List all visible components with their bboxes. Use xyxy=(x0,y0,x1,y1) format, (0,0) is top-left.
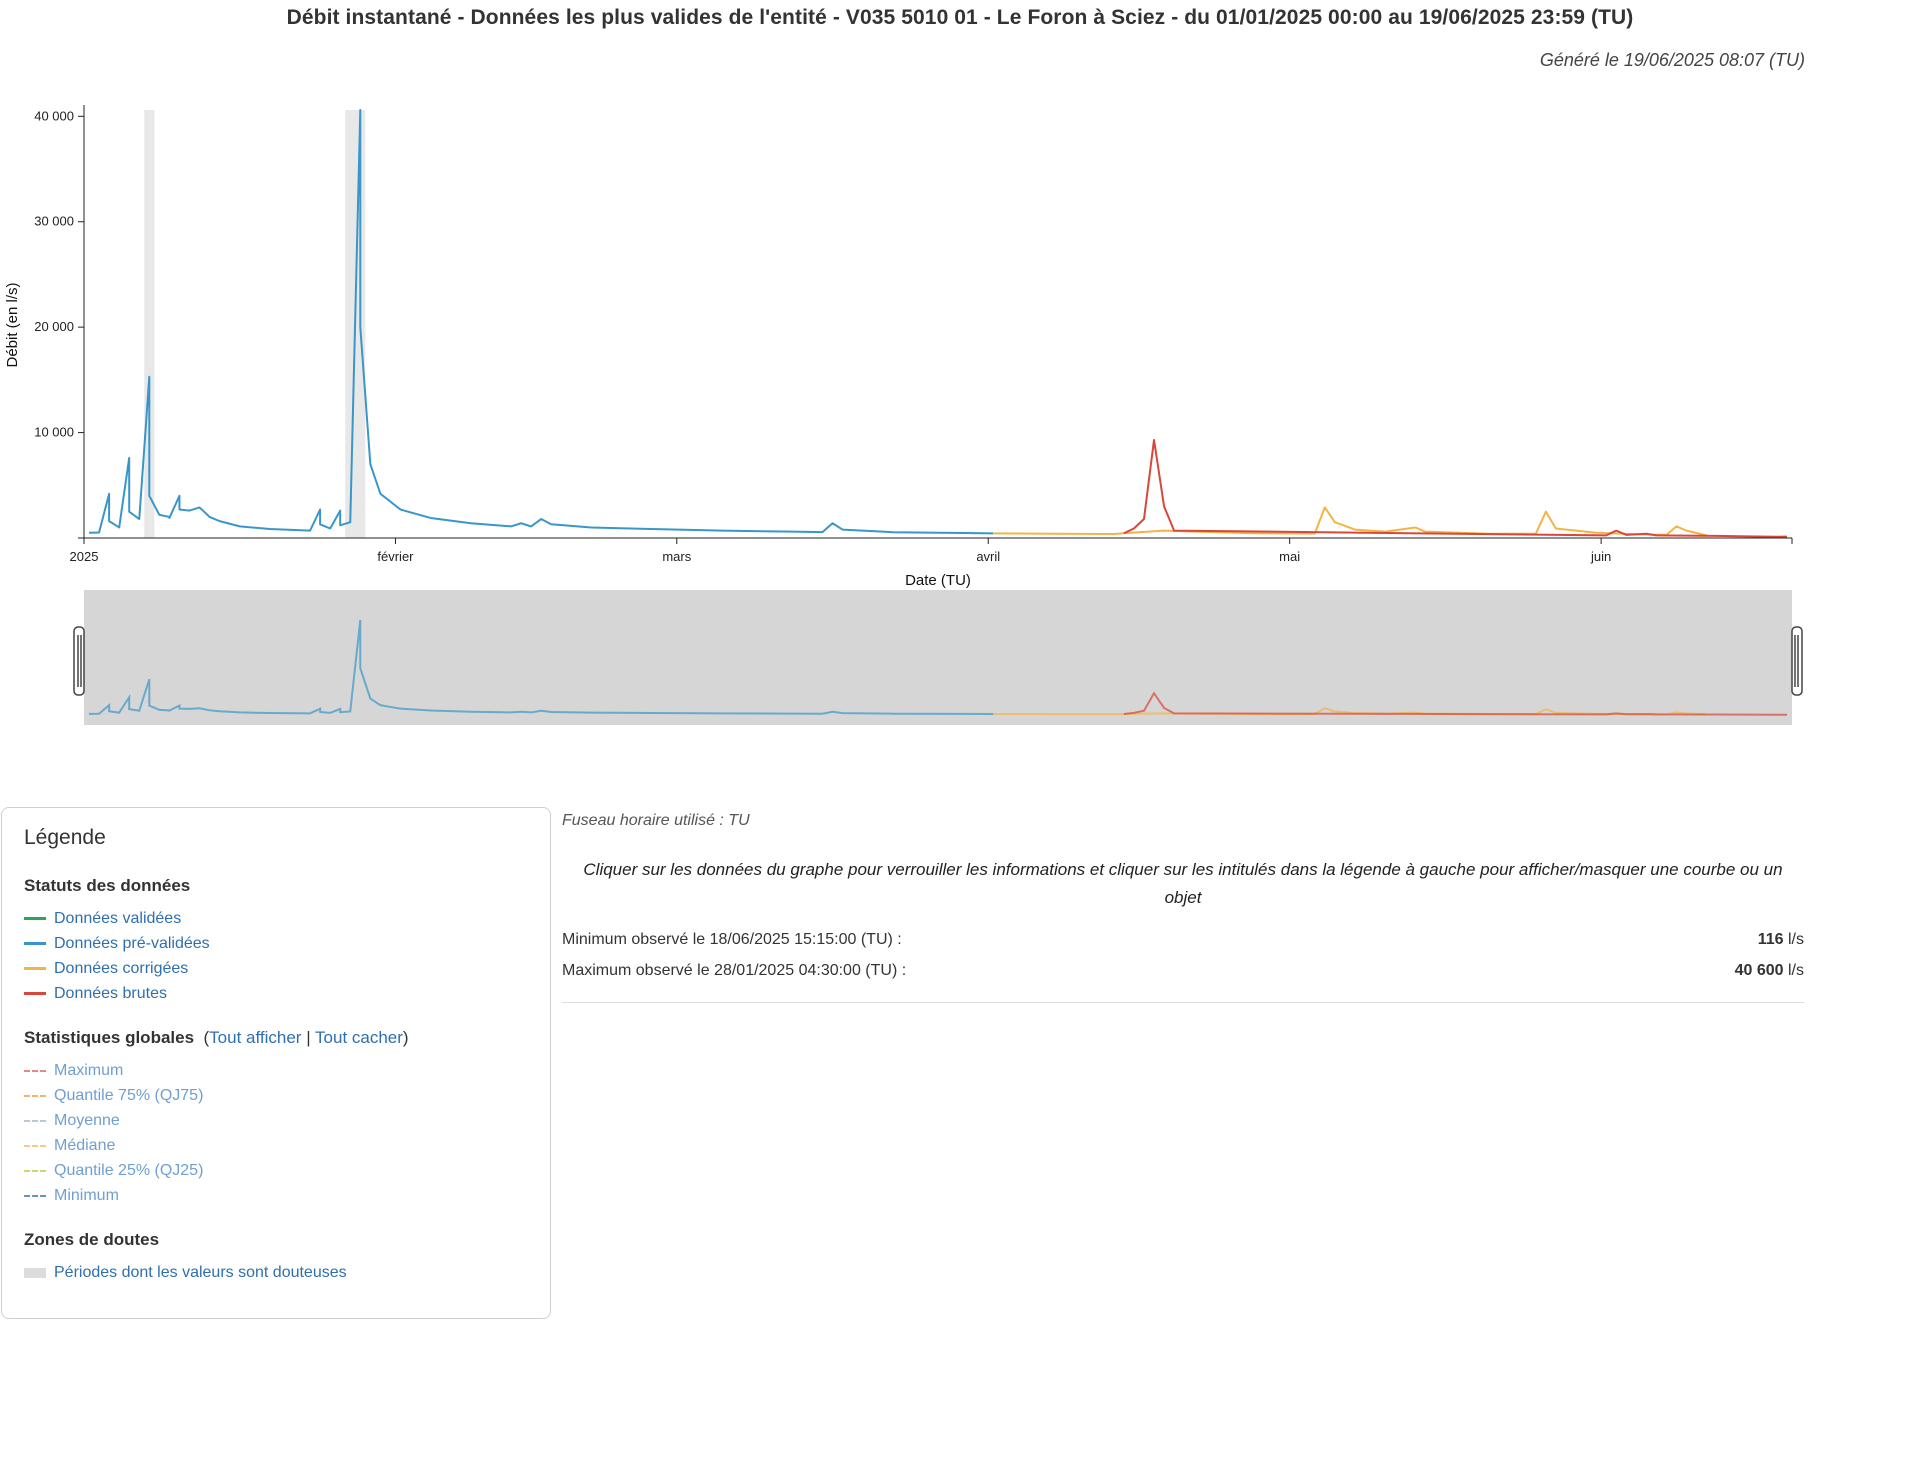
max-number: 40 600 xyxy=(1734,961,1784,979)
stat-swatch xyxy=(24,1069,46,1072)
max-unit: l/s xyxy=(1788,961,1804,979)
navigator-right-handle[interactable] xyxy=(1791,626,1803,696)
status-label: Données pré-validées xyxy=(54,934,210,952)
doubt-zone-swatch xyxy=(24,1267,46,1278)
legend-item-label: Périodes dont les valeurs sont douteuses xyxy=(54,1263,347,1281)
show-all-link[interactable]: Tout afficher xyxy=(209,1028,301,1047)
generated-date: Généré le 19/06/2025 08:07 (TU) xyxy=(1539,50,1805,70)
range-navigator[interactable] xyxy=(0,585,1920,745)
info-panel: Fuseau horaire utilisé : TU Cliquer sur … xyxy=(562,812,1804,1003)
series-line-1[interactable] xyxy=(993,506,1707,537)
status-group: Statuts des données Données validées Donn… xyxy=(24,876,528,1006)
status-label: Données corrigées xyxy=(54,959,189,977)
series-line-0[interactable] xyxy=(89,109,994,535)
min-label: Minimum observé le 18/06/2025 15:15:00 (… xyxy=(562,930,902,948)
chart-title: Débit instantané - Données les plus vali… xyxy=(286,6,1634,29)
status-item[interactable]: Données brutes xyxy=(24,981,528,1006)
stat-label: Minimum xyxy=(54,1186,119,1204)
stat-item[interactable]: Médiane xyxy=(24,1133,528,1158)
chart-axes: 10 000 20 000 30 000 40 000 2025 février mars a… xyxy=(34,105,1793,564)
legend-item-doubt-zones[interactable]: Périodes dont les valeurs sont douteuses xyxy=(24,1260,528,1285)
navigator-left-handle[interactable] xyxy=(73,626,85,696)
status-label: Données brutes xyxy=(54,984,167,1002)
max-label: Maximum observé le 28/01/2025 04:30:00 (… xyxy=(562,961,907,979)
x-tick-label: mai xyxy=(1279,549,1300,564)
stat-swatch xyxy=(24,1144,46,1147)
x-tick-label: juin xyxy=(1590,549,1611,564)
stat-swatch xyxy=(24,1194,46,1197)
y-tick-label: 20 000 xyxy=(34,319,74,334)
y-axis-title: Débit (en l/s) xyxy=(4,282,21,367)
zones-section-title: Zones de doutes xyxy=(24,1230,160,1249)
hide-all-link[interactable]: Tout cacher xyxy=(315,1028,403,1047)
zones-group: Zones de doutes Périodes dont les valeur… xyxy=(24,1230,528,1285)
status-item[interactable]: Données corrigées xyxy=(24,956,528,981)
max-value: 40 600 l/s xyxy=(1735,962,1804,980)
status-item[interactable]: Données pré-validées xyxy=(24,931,528,956)
stats-section-title: Statistiques globales (Tout afficher | T… xyxy=(24,1028,528,1048)
stat-swatch xyxy=(24,1094,46,1097)
stat-swatch xyxy=(24,1169,46,1172)
stat-label: Maximum xyxy=(54,1061,124,1079)
legend-title: Légende xyxy=(24,826,106,849)
series-line-2[interactable] xyxy=(1123,438,1787,538)
status-swatch xyxy=(24,942,46,945)
stat-item[interactable]: Quantile 25% (QJ25) xyxy=(24,1158,528,1183)
x-tick-label: 2025 xyxy=(70,549,99,564)
min-number: 116 xyxy=(1757,930,1784,948)
y-tick-label: 10 000 xyxy=(34,425,74,440)
stat-label: Médiane xyxy=(54,1136,116,1154)
min-row: Minimum observé le 18/06/2025 15:15:00 (… xyxy=(562,924,1804,955)
stat-item[interactable]: Minimum xyxy=(24,1183,528,1208)
x-tick-label: avril xyxy=(976,549,1000,564)
status-swatch xyxy=(24,992,46,995)
timezone-note: Fuseau horaire utilisé : TU xyxy=(562,812,750,829)
separator: | xyxy=(301,1028,316,1047)
min-max-stats: Minimum observé le 18/06/2025 15:15:00 (… xyxy=(562,924,1804,1003)
main-chart[interactable]: 10 000 20 000 30 000 40 000 2025 février mars a… xyxy=(0,95,1920,595)
paren-close: ) xyxy=(402,1028,409,1047)
min-unit: l/s xyxy=(1788,930,1804,948)
x-tick-label: février xyxy=(377,549,414,564)
stat-label: Quantile 75% (QJ75) xyxy=(54,1086,204,1104)
stats-group: Statistiques globales (Tout afficher | T… xyxy=(24,1028,528,1208)
navigator-selection[interactable] xyxy=(84,590,1792,725)
y-tick-label: 30 000 xyxy=(34,214,74,229)
min-value: 116 l/s xyxy=(1758,931,1804,949)
stat-item[interactable]: Moyenne xyxy=(24,1108,528,1133)
status-swatch xyxy=(24,967,46,970)
interaction-hint: Cliquer sur les données du graphe pour v… xyxy=(583,860,1783,907)
legend-panel: Légende Statuts des données Données vali… xyxy=(1,807,551,1319)
chart-series[interactable] xyxy=(89,109,1787,538)
stat-swatch xyxy=(24,1119,46,1122)
stat-label: Quantile 25% (QJ25) xyxy=(54,1161,204,1179)
status-section-title: Statuts des données xyxy=(24,876,191,895)
max-row: Maximum observé le 28/01/2025 04:30:00 (… xyxy=(562,955,1804,986)
status-label: Données validées xyxy=(54,909,182,927)
status-item[interactable]: Données validées xyxy=(24,906,528,931)
stat-label: Moyenne xyxy=(54,1111,120,1129)
x-tick-label: mars xyxy=(662,549,691,564)
stats-title-text: Statistiques globales xyxy=(24,1028,195,1047)
stat-item[interactable]: Quantile 75% (QJ75) xyxy=(24,1083,528,1108)
status-swatch xyxy=(24,917,46,920)
doubt-zones xyxy=(144,110,366,538)
stat-item[interactable]: Maximum xyxy=(24,1058,528,1083)
y-tick-label: 40 000 xyxy=(34,108,74,123)
